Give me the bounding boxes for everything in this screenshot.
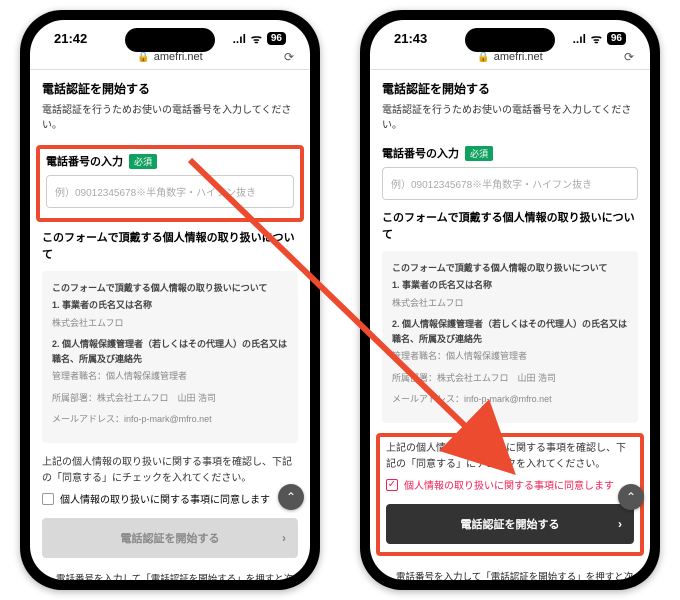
submit-label: 電話認証を開始する: [121, 533, 220, 545]
wifi-icon: ᯤ: [591, 30, 602, 47]
highlight-box-input: 電話番号の入力 必須 例）09012345678※半角数字・ハイフン抜き: [36, 145, 304, 222]
phone-screen-right: 21:43 ..ıl ᯤ 96 🔒 amefri.net ⟳ 電話認証を開始する…: [370, 20, 650, 580]
field-label-text: 電話番号の入力: [382, 145, 459, 161]
lock-icon: 🔒: [477, 52, 489, 63]
notch: [125, 28, 215, 52]
consent-checkbox-row[interactable]: ✓ 個人情報の取り扱いに関する事項に同意します: [386, 477, 634, 492]
page-description: 電話認証を行うためお使いの電話番号を入力してください。: [42, 103, 298, 133]
page-content: 電話認証を開始する 電話認証を行うためお使いの電話番号を入力してください。 電話…: [30, 70, 310, 580]
privacy-manager-label: 2. 個人情報保護管理者（若しくはその代理人）の氏名又は職名、所属及び連絡先: [52, 337, 288, 368]
page-description: 電話認証を行うためお使いの電話番号を入力してください。: [382, 103, 638, 133]
privacy-manager-title: 管理者職名：個人情報保護管理者: [392, 349, 628, 364]
lock-icon: 🔒: [137, 52, 149, 63]
url-domain: amefri.net: [154, 51, 203, 63]
chevron-right-icon: ›: [618, 517, 622, 531]
privacy-head: このフォームで頂戴する個人情報の取り扱いについて: [52, 281, 288, 296]
consent-label: 個人情報の取り扱いに関する事項に同意します: [404, 477, 614, 492]
instruction-list: 電話番号を入力して「電話認証を開始する」を押すと次の画面で認証のための電話番号が…: [382, 570, 638, 580]
privacy-company-label: 1. 事業者の氏名又は名称: [392, 278, 628, 293]
instruction-item: 電話番号を入力して「電話認証を開始する」を押すと次の画面で認証のための電話番号が…: [56, 572, 298, 580]
privacy-manager-email: メールアドレス：info-p-mark@mfro.net: [392, 392, 628, 407]
required-tag: 必須: [465, 146, 493, 161]
url-domain: amefri.net: [494, 51, 543, 63]
phone-frame-left: 21:42 ..ıl ᯤ 96 🔒 amefri.net ⟳ 電話認証を開始する…: [20, 10, 320, 590]
highlight-box-confirm: 上記の個人情報の取り扱いに関する事項を確認し、下記の「同意する」にチェックを入れ…: [376, 433, 644, 556]
url-bar[interactable]: 🔒 amefri.net ⟳: [370, 49, 650, 70]
phone-field-label: 電話番号の入力 必須: [382, 145, 638, 161]
status-time: 21:42: [54, 31, 87, 46]
battery-badge: 96: [267, 32, 286, 45]
submit-label: 電話認証を開始する: [461, 519, 560, 531]
instruction-item: 電話番号を入力して「電話認証を開始する」を押すと次の画面で認証のための電話番号が…: [396, 570, 638, 580]
privacy-company-label: 1. 事業者の氏名又は名称: [52, 298, 288, 313]
submit-button[interactable]: 電話認証を開始する ›: [386, 504, 634, 544]
wifi-icon: ᯤ: [251, 30, 262, 47]
privacy-company-name: 株式会社エムフロ: [392, 296, 628, 311]
status-right: ..ıl ᯤ 96: [233, 30, 286, 47]
consent-checkbox-checked[interactable]: ✓: [386, 479, 398, 491]
consent-checkbox-row[interactable]: 個人情報の取り扱いに関する事項に同意します: [42, 491, 298, 506]
scroll-to-top-button[interactable]: ⌃: [618, 484, 644, 510]
page-content: 電話認証を開始する 電話認証を行うためお使いの電話番号を入力してください。 電話…: [370, 70, 650, 580]
phone-input[interactable]: 例）09012345678※半角数字・ハイフン抜き: [46, 175, 294, 208]
privacy-company-name: 株式会社エムフロ: [52, 316, 288, 331]
status-right: ..ıl ᯤ 96: [573, 30, 626, 47]
privacy-manager-dept: 所属部署：株式会社エムフロ 山田 浩司: [392, 371, 628, 386]
url-bar[interactable]: 🔒 amefri.net ⟳: [30, 49, 310, 70]
page-title: 電話認証を開始する: [382, 80, 638, 97]
scroll-to-top-button[interactable]: ⌃: [278, 484, 304, 510]
required-tag: 必須: [129, 154, 157, 169]
consent-label: 個人情報の取り扱いに関する事項に同意します: [60, 491, 270, 506]
privacy-manager-title: 管理者職名：個人情報保護管理者: [52, 369, 288, 384]
phone-frame-right: 21:43 ..ıl ᯤ 96 🔒 amefri.net ⟳ 電話認証を開始する…: [360, 10, 660, 590]
privacy-title: このフォームで頂戴する個人情報の取り扱いについて: [382, 210, 638, 243]
confirm-text: 上記の個人情報の取り扱いに関する事項を確認し、下記の「同意する」にチェックを入れ…: [386, 441, 634, 473]
refresh-icon[interactable]: ⟳: [284, 50, 294, 64]
refresh-icon[interactable]: ⟳: [624, 50, 634, 64]
confirm-text: 上記の個人情報の取り扱いに関する事項を確認し、下記の「同意する」にチェックを入れ…: [42, 455, 298, 487]
page-title: 電話認証を開始する: [42, 80, 298, 97]
field-label-text: 電話番号の入力: [46, 153, 123, 169]
chevron-right-icon: ›: [282, 531, 286, 545]
privacy-box: このフォームで頂戴する個人情報の取り扱いについて 1. 事業者の氏名又は名称 株…: [382, 251, 638, 423]
phone-screen-left: 21:42 ..ıl ᯤ 96 🔒 amefri.net ⟳ 電話認証を開始する…: [30, 20, 310, 580]
consent-checkbox[interactable]: [42, 493, 54, 505]
status-time: 21:43: [394, 31, 427, 46]
phone-input[interactable]: 例）09012345678※半角数字・ハイフン抜き: [382, 167, 638, 200]
signal-icon: ..ıl: [573, 32, 586, 46]
privacy-head: このフォームで頂戴する個人情報の取り扱いについて: [392, 261, 628, 276]
notch: [465, 28, 555, 52]
privacy-title: このフォームで頂戴する個人情報の取り扱いについて: [42, 230, 298, 263]
signal-icon: ..ıl: [233, 32, 246, 46]
instruction-list: 電話番号を入力して「電話認証を開始する」を押すと次の画面で認証のための電話番号が…: [42, 572, 298, 580]
privacy-manager-email: メールアドレス：info-p-mark@mfro.net: [52, 412, 288, 427]
submit-button[interactable]: 電話認証を開始する ›: [42, 518, 298, 558]
privacy-box: このフォームで頂戴する個人情報の取り扱いについて 1. 事業者の氏名又は名称 株…: [42, 271, 298, 443]
privacy-manager-label: 2. 個人情報保護管理者（若しくはその代理人）の氏名又は職名、所属及び連絡先: [392, 317, 628, 348]
phone-field-label: 電話番号の入力 必須: [46, 153, 294, 169]
battery-badge: 96: [607, 32, 626, 45]
privacy-manager-dept: 所属部署：株式会社エムフロ 山田 浩司: [52, 391, 288, 406]
